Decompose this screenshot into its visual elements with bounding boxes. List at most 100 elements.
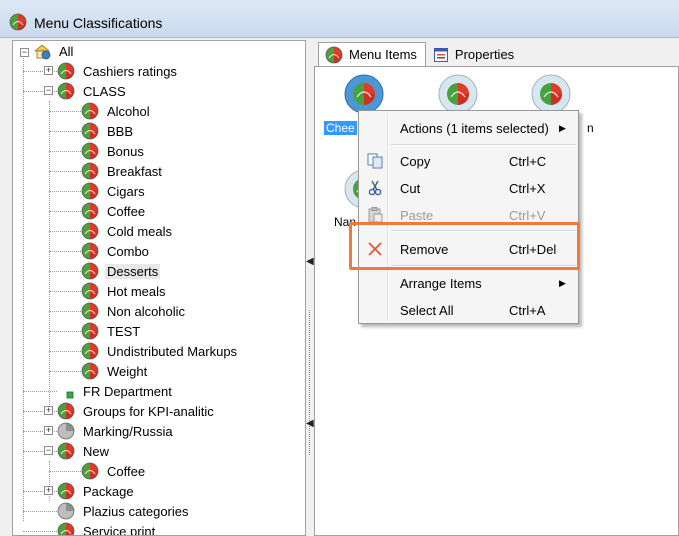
- collapse-toggle-new[interactable]: −: [44, 446, 53, 455]
- tab-label: Properties: [454, 47, 515, 62]
- tree-node-label: Package: [83, 483, 134, 499]
- category-icon: [81, 462, 99, 480]
- menu-shortcut: Ctrl+V: [509, 207, 546, 223]
- tree-node-package[interactable]: Package: [57, 481, 136, 501]
- tree-connector: [23, 391, 57, 392]
- category-icon: [81, 302, 99, 320]
- tab-menu-items[interactable]: Menu Items: [318, 42, 426, 66]
- tree-node-label: Hot meals: [107, 283, 166, 299]
- department-icon: [66, 391, 74, 399]
- tree-connector: [49, 291, 81, 292]
- tree-node-hot-meals[interactable]: Hot meals: [81, 281, 168, 301]
- menu-item-label: Remove: [400, 241, 449, 257]
- tree-node-test[interactable]: TEST: [81, 321, 142, 341]
- tree-node-label: Plazius categories: [83, 503, 189, 519]
- classification-tree[interactable]: − All + Cashiers ratings − CLASS Alcohol BBB B…: [12, 40, 306, 536]
- category-icon: [57, 82, 75, 100]
- tree-node-coffee[interactable]: Coffee: [81, 201, 147, 221]
- tree-node-combo[interactable]: Combo: [81, 241, 151, 261]
- collapse-toggle-class[interactable]: −: [44, 86, 53, 95]
- expand-toggle-cashiers-ratings[interactable]: +: [44, 66, 53, 75]
- menu-item-cut[interactable]: Cut Ctrl+X: [361, 176, 576, 200]
- tree-connector: [23, 511, 57, 512]
- tree-node-coffee[interactable]: Coffee: [81, 461, 147, 481]
- menu-item-select-all[interactable]: Select All Ctrl+A: [361, 298, 576, 322]
- tree-node-class[interactable]: CLASS: [57, 81, 128, 101]
- category-icon: [81, 122, 99, 140]
- menu-item-label: Copy: [400, 153, 431, 169]
- tab-strip: Menu Items Properties: [318, 42, 524, 66]
- context-menu: Actions (1 items selected) ▶ Copy Ctrl+C…: [358, 110, 579, 324]
- menu-item-label: Paste: [400, 207, 434, 223]
- menu-separator: [391, 230, 576, 232]
- splitter-grip[interactable]: [309, 310, 310, 455]
- expand-toggle-groups-for-kpi-analitic[interactable]: +: [44, 406, 53, 415]
- category-icon: [57, 442, 75, 460]
- tree-connector: [49, 271, 81, 272]
- tab-properties[interactable]: Properties: [425, 42, 524, 66]
- menu-separator: [391, 265, 576, 267]
- tree-node-label: Service print: [83, 523, 156, 536]
- collapse-left-arrow-icon[interactable]: ◀: [306, 256, 314, 267]
- category-disabled-icon: [57, 422, 75, 440]
- tree-node-groups-for-kpi-analitic[interactable]: Groups for KPI-analitic: [57, 401, 216, 421]
- category-icon: [57, 402, 75, 420]
- submenu-arrow-icon: ▶: [559, 122, 566, 133]
- tree-node-alcohol[interactable]: Alcohol: [81, 101, 152, 121]
- menu-item-actions[interactable]: Actions (1 items selected) ▶: [361, 116, 576, 140]
- tree-node-label: Combo: [107, 243, 149, 259]
- menu-item-label-selected[interactable]: Chee: [324, 121, 357, 135]
- menu-item-arrange-items[interactable]: Arrange Items ▶: [361, 271, 576, 295]
- tree-node-label: Cigars: [107, 183, 145, 199]
- category-icon: [81, 142, 99, 160]
- tree-node-cashiers-ratings[interactable]: Cashiers ratings: [57, 61, 179, 81]
- tree-node-label: Bonus: [107, 143, 144, 159]
- category-icon: [81, 342, 99, 360]
- tree-connector: [49, 471, 81, 472]
- expand-toggle-marking-russia[interactable]: +: [44, 426, 53, 435]
- tree-node-fr-department[interactable]: FR Department: [57, 381, 174, 401]
- panel-splitter[interactable]: ◀ ◀: [306, 40, 314, 536]
- tree-node-bbb[interactable]: BBB: [81, 121, 135, 141]
- category-icon: [57, 482, 75, 500]
- tree-node-label: Weight: [107, 363, 148, 379]
- tree-node-label: Breakfast: [107, 163, 162, 179]
- expand-toggle-package[interactable]: +: [44, 486, 53, 495]
- category-disabled-icon: [57, 502, 75, 520]
- menu-item-label: Arrange Items: [400, 275, 482, 291]
- tree-node-label: All: [59, 43, 74, 59]
- menu-classifications-app-icon: [9, 13, 27, 31]
- category-icon: [81, 102, 99, 120]
- tree-node-cold-meals[interactable]: Cold meals: [81, 221, 174, 241]
- collapse-toggle-all[interactable]: −: [20, 48, 29, 57]
- properties-icon: [433, 47, 448, 62]
- menu-item-label[interactable]: n: [587, 121, 594, 135]
- category-icon: [81, 262, 99, 280]
- collapse-left-arrow-icon-2[interactable]: ◀: [306, 418, 314, 429]
- tree-node-desserts[interactable]: Desserts: [81, 261, 161, 281]
- menu-item-remove[interactable]: Remove Ctrl+Del: [361, 237, 576, 261]
- tree-connector: [49, 331, 81, 332]
- submenu-arrow-icon: ▶: [559, 277, 566, 288]
- tree-node-undistributed-markups[interactable]: Undistributed Markups: [81, 341, 239, 361]
- menu-item-paste[interactable]: Paste Ctrl+V: [361, 203, 576, 227]
- tree-node-all[interactable]: All: [33, 41, 75, 61]
- tree-node-weight[interactable]: Weight: [81, 361, 149, 381]
- menu-item-label[interactable]: Nan: [334, 215, 356, 229]
- tree-node-cigars[interactable]: Cigars: [81, 181, 147, 201]
- menu-item-copy[interactable]: Copy Ctrl+C: [361, 149, 576, 173]
- tree-node-plazius-categories[interactable]: Plazius categories: [57, 501, 191, 521]
- home-icon: [33, 44, 51, 60]
- tree-node-service-print[interactable]: Service print: [57, 521, 157, 536]
- menu-item-label: Actions (1 items selected): [400, 120, 549, 136]
- tree-node-label: TEST: [107, 323, 141, 339]
- tree-node-breakfast[interactable]: Breakfast: [81, 161, 164, 181]
- tree-node-bonus[interactable]: Bonus: [81, 141, 146, 161]
- category-icon: [81, 202, 99, 220]
- tree-node-non-alcoholic[interactable]: Non alcoholic: [81, 301, 187, 321]
- tree-node-label: BBB: [107, 123, 134, 139]
- tree-connector: [49, 351, 81, 352]
- tree-node-marking-russia[interactable]: Marking/Russia: [57, 421, 175, 441]
- tree-node-new[interactable]: New: [57, 441, 111, 461]
- tree-node-label: Coffee: [107, 463, 146, 479]
